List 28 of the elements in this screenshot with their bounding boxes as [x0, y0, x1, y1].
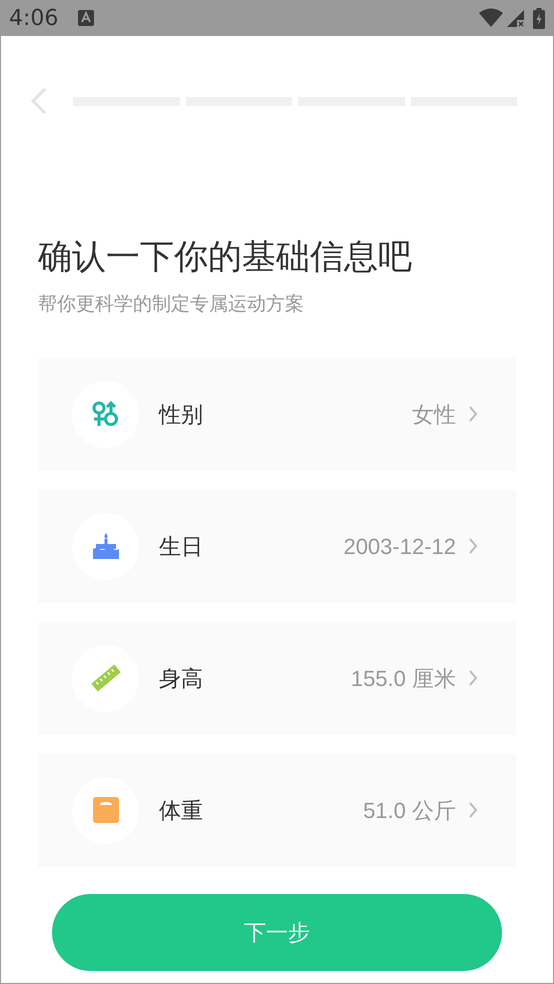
- row-value: 155.0 厘米: [350, 664, 456, 692]
- info-row[interactable]: 生日 2003-12-12: [38, 490, 516, 602]
- row-label: 生日: [159, 532, 203, 560]
- battery-icon: [533, 8, 545, 28]
- row-value: 51.0 公斤: [363, 796, 456, 824]
- chevron-icon: [468, 405, 478, 423]
- chevron-icon: [468, 537, 478, 555]
- info-row[interactable]: 体重 51.0 公斤: [38, 754, 516, 866]
- row-value: 女性: [412, 400, 456, 428]
- page-title: 确认一下你的基础信息吧: [37, 237, 413, 278]
- keyboard-icon: [78, 10, 94, 26]
- info-row[interactable]: 性别 女性: [38, 358, 516, 470]
- back-icon[interactable]: [29, 86, 49, 116]
- row-label: 体重: [159, 796, 203, 824]
- chevron-icon: [468, 801, 478, 819]
- row-label: 性别: [159, 400, 203, 428]
- signal-icon: [507, 9, 525, 27]
- status-time: 4:06: [9, 4, 58, 32]
- row-label: 身高: [159, 664, 203, 692]
- ruler-icon: [90, 662, 122, 694]
- cake-icon: [92, 533, 120, 559]
- row-value: 2003-12-12: [343, 532, 456, 560]
- chevron-icon: [468, 669, 478, 687]
- page-subtitle: 帮你更科学的制定专属运动方案: [37, 292, 305, 317]
- scale-icon: [92, 797, 118, 823]
- gender-icon: [92, 400, 120, 428]
- wifi-icon: [479, 8, 503, 28]
- info-row[interactable]: 身高 155.0 厘米: [38, 622, 516, 734]
